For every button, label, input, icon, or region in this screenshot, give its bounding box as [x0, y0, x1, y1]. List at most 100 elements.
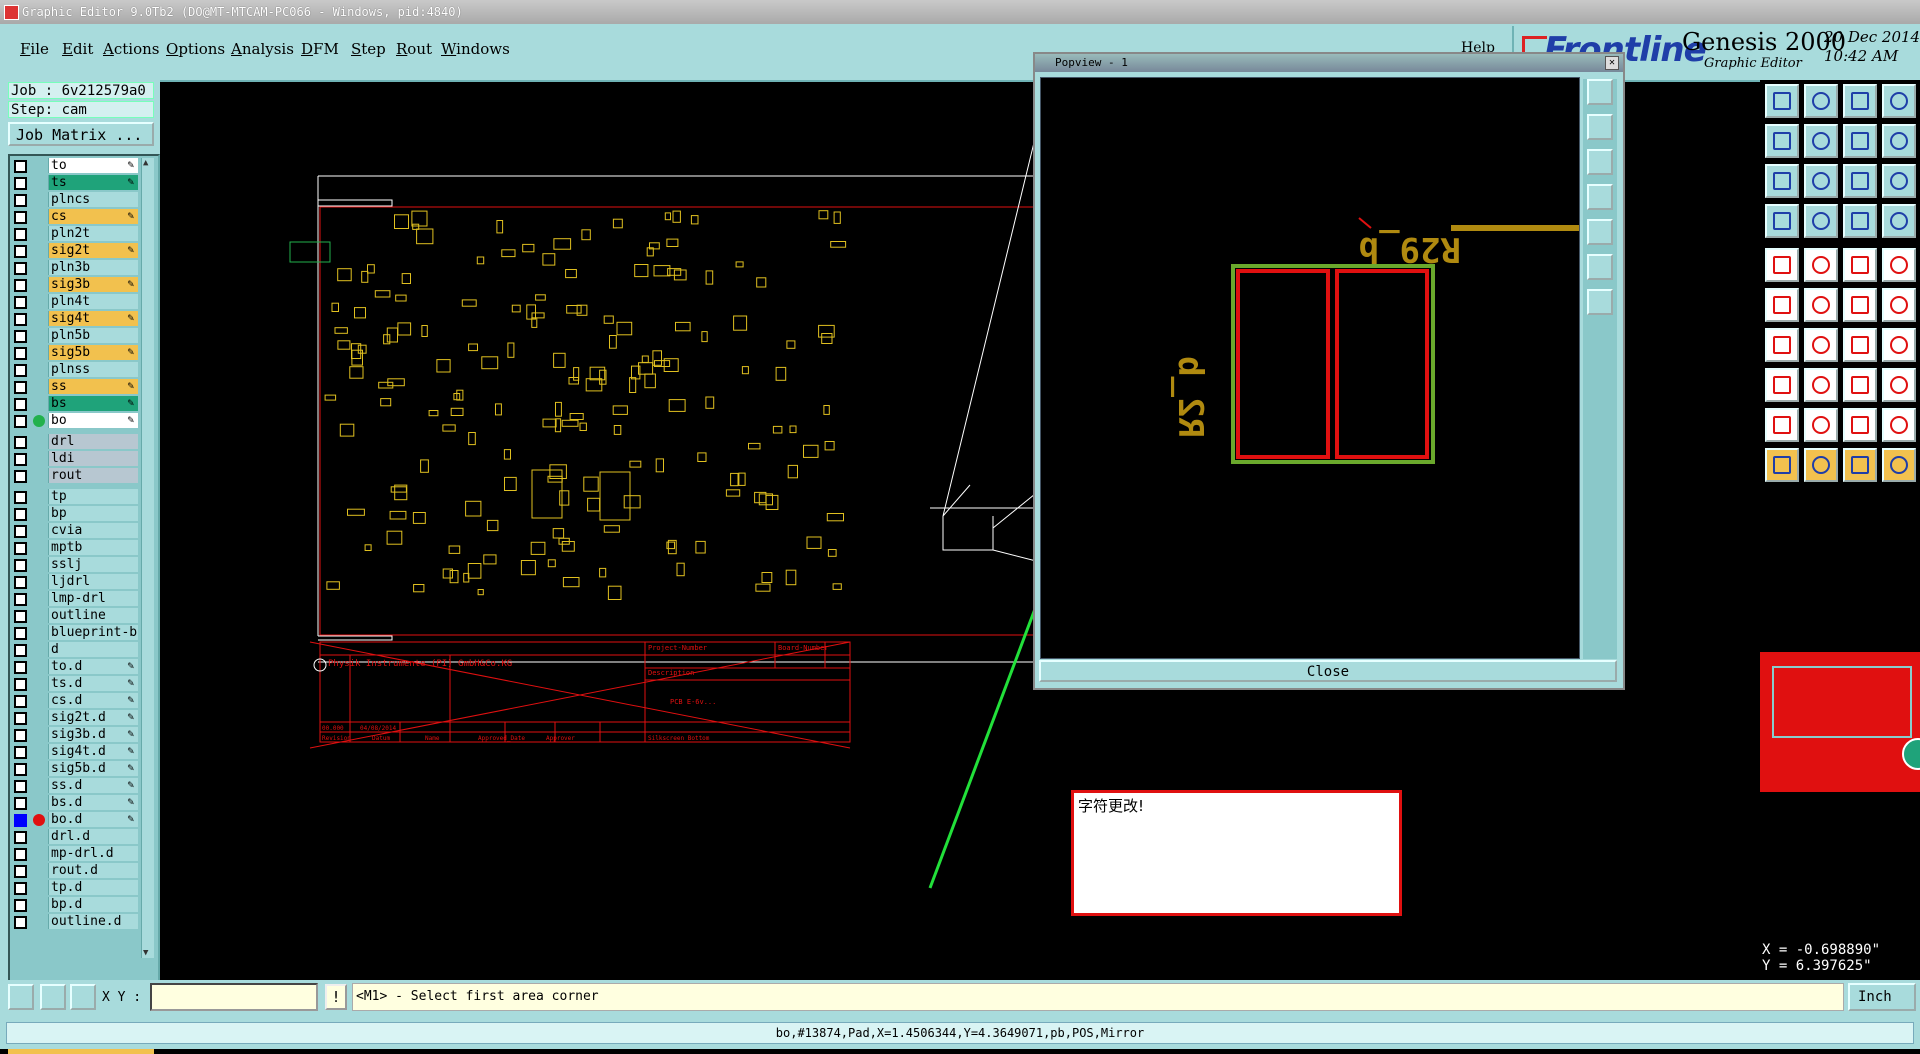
layer-row-bo.d[interactable]: bo.d ✎	[12, 812, 138, 827]
layer-row-rout.d[interactable]: rout.d	[12, 863, 138, 878]
popview-zoom-in-icon[interactable]	[1587, 114, 1613, 140]
layer-checkbox[interactable]	[14, 644, 27, 657]
rotate-icon[interactable]	[1843, 328, 1877, 362]
layer-name[interactable]: sig2t.d	[48, 710, 138, 725]
layer-name[interactable]: lmp-drl	[48, 591, 138, 606]
zoom-fit-icon[interactable]	[1804, 84, 1838, 118]
pan-left-icon[interactable]	[1765, 124, 1799, 158]
layer-row-ldi[interactable]: ldi	[12, 451, 138, 466]
layer-checkbox[interactable]	[14, 780, 27, 793]
layer-name[interactable]: sig3b.d	[48, 727, 138, 742]
layer-checkbox[interactable]	[14, 211, 27, 224]
layer-row-sig4t.d[interactable]: sig4t.d ✎	[12, 744, 138, 759]
layer-name[interactable]: to.d	[48, 659, 138, 674]
layer-checkbox[interactable]	[14, 262, 27, 275]
layer-checkbox[interactable]	[14, 661, 27, 674]
layer-row-drl.d[interactable]: drl.d	[12, 829, 138, 844]
select-area-icon[interactable]	[1804, 248, 1838, 282]
layer-name[interactable]: bs	[48, 396, 138, 411]
layer-row-cs[interactable]: cs ✎	[12, 209, 138, 224]
layer-row-tp[interactable]: tp	[12, 489, 138, 504]
layer-row-sig2t[interactable]: sig2t ✎	[12, 243, 138, 258]
popview-close-icon[interactable]: ✕	[1605, 56, 1619, 70]
menu-file[interactable]: File	[20, 40, 49, 58]
popview-close-button[interactable]: Close	[1039, 660, 1617, 682]
scale-icon[interactable]	[1843, 164, 1877, 198]
line-icon[interactable]	[1882, 288, 1916, 322]
layer-checkbox[interactable]	[14, 453, 27, 466]
menu-dfm[interactable]: DFM	[301, 40, 339, 58]
units-select[interactable]: Inch	[1848, 983, 1916, 1011]
layer-name[interactable]: rout	[48, 468, 138, 483]
layer-checkbox[interactable]	[14, 470, 27, 483]
layer-name[interactable]: bo	[48, 413, 138, 428]
zoom-out-icon[interactable]	[1804, 164, 1838, 198]
layer-name[interactable]: cvia	[48, 523, 138, 538]
layer-checkbox[interactable]	[14, 593, 27, 606]
snap-icon[interactable]	[40, 984, 66, 1010]
layer-row-ts.d[interactable]: ts.d ✎	[12, 676, 138, 691]
layer-row-sig4t[interactable]: sig4t ✎	[12, 311, 138, 326]
menu-step[interactable]: Step	[351, 40, 386, 58]
route-icon[interactable]	[1843, 288, 1877, 322]
move-icon[interactable]	[1765, 368, 1799, 402]
popview-center-icon[interactable]	[1587, 289, 1613, 315]
layer-name[interactable]: pln3b	[48, 260, 138, 275]
layer-row-sig5b.d[interactable]: sig5b.d ✎	[12, 761, 138, 776]
layer-name[interactable]: ss.d	[48, 778, 138, 793]
layer-checkbox[interactable]	[14, 381, 27, 394]
menu-options[interactable]: Options	[166, 40, 225, 58]
layer-name[interactable]: sig3b	[48, 277, 138, 292]
ruler-icon[interactable]	[1882, 204, 1916, 238]
layer-name[interactable]: mp-drl.d	[48, 846, 138, 861]
layer-name[interactable]: plncs	[48, 192, 138, 207]
zoom-home-icon[interactable]	[1765, 84, 1799, 118]
layer-checkbox[interactable]	[14, 279, 27, 292]
job-matrix-button[interactable]: Job Matrix ...	[8, 122, 154, 146]
step-icon[interactable]	[1882, 448, 1916, 482]
layer-checkbox[interactable]	[14, 364, 27, 377]
layer-list-scrollbar[interactable]	[141, 158, 154, 958]
layer-name[interactable]: rout.d	[48, 863, 138, 878]
grid-icon[interactable]	[70, 984, 96, 1010]
menu-rout[interactable]: Rout	[396, 40, 432, 58]
redo-icon[interactable]	[1882, 124, 1916, 158]
layer-row-tp.d[interactable]: tp.d	[12, 880, 138, 895]
home-icon[interactable]	[1843, 84, 1877, 118]
layer-name[interactable]: ss	[48, 379, 138, 394]
mini-view[interactable]	[1760, 652, 1920, 792]
layer-checkbox[interactable]	[14, 436, 27, 449]
layer-row-plncs[interactable]: plncs	[12, 192, 138, 207]
layer-checkbox[interactable]	[14, 746, 27, 759]
layer-name[interactable]: ldi	[48, 451, 138, 466]
layer-checkbox[interactable]	[14, 415, 27, 428]
layer-checkbox[interactable]	[14, 865, 27, 878]
layer-row-mp-drl.d[interactable]: mp-drl.d	[12, 846, 138, 861]
layer-checkbox[interactable]	[14, 228, 27, 241]
layer-name[interactable]: plnss	[48, 362, 138, 377]
layer-name[interactable]: ts	[48, 175, 138, 190]
layer-row-pln2t[interactable]: pln2t	[12, 226, 138, 241]
layer-name[interactable]: cs	[48, 209, 138, 224]
layer-name[interactable]: tp	[48, 489, 138, 504]
app-icon[interactable]	[4, 5, 19, 20]
xy-input[interactable]	[150, 983, 318, 1011]
layer-row-bp[interactable]: bp	[12, 506, 138, 521]
center-icon[interactable]	[1843, 368, 1877, 402]
layer-row-sslj[interactable]: sslj	[12, 557, 138, 572]
popview-zoom-out-icon[interactable]	[1587, 149, 1613, 175]
measure-icon[interactable]	[8, 984, 34, 1010]
layer-name[interactable]: sig5b.d	[48, 761, 138, 776]
layer-checkbox[interactable]	[14, 491, 27, 504]
layer-row-pln3b[interactable]: pln3b	[12, 260, 138, 275]
layer-checkbox[interactable]	[14, 695, 27, 708]
help-icon[interactable]	[1882, 164, 1916, 198]
layer-checkbox[interactable]	[14, 678, 27, 691]
layer-name[interactable]: ts.d	[48, 676, 138, 691]
layer-row-sig2t.d[interactable]: sig2t.d ✎	[12, 710, 138, 725]
popview-pan-right-icon[interactable]	[1587, 219, 1613, 245]
undo-icon[interactable]	[1843, 124, 1877, 158]
pan-right-icon[interactable]	[1804, 124, 1838, 158]
layer-checkbox[interactable]	[14, 814, 27, 827]
pad-icon[interactable]	[1882, 248, 1916, 282]
